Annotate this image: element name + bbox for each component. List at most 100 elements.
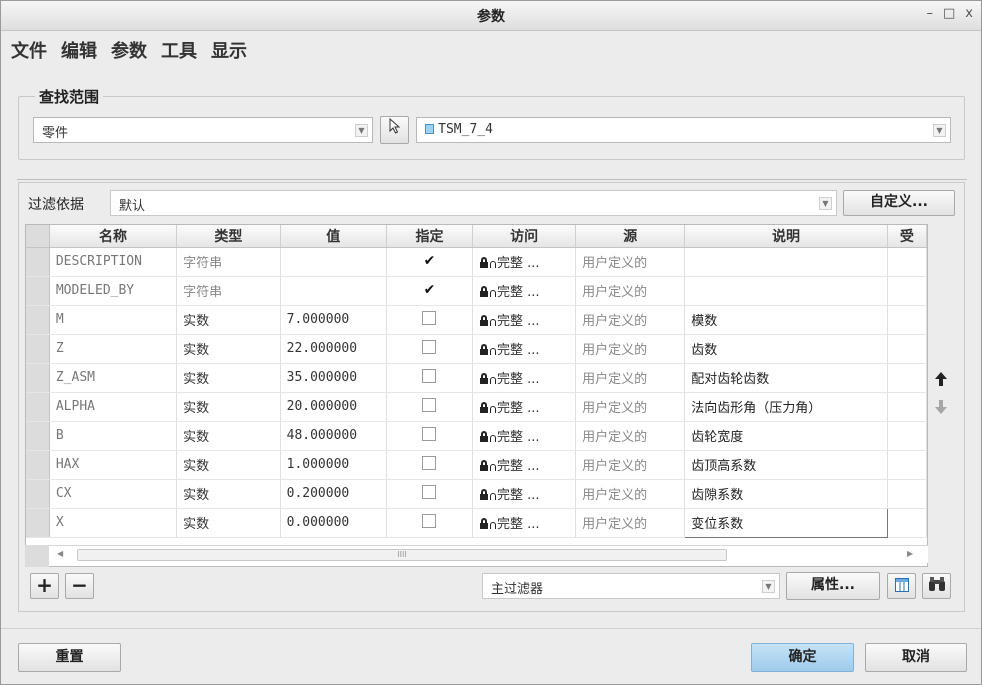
- restricted-cell[interactable]: [887, 305, 927, 335]
- restricted-cell[interactable]: [887, 421, 927, 451]
- designated-checkbox[interactable]: [422, 513, 437, 528]
- scroll-right-icon[interactable]: ▶: [907, 549, 913, 558]
- param-name[interactable]: Z: [49, 334, 178, 364]
- table-row[interactable]: CX 实数 0.200000 完整 ... 用户定义的 齿隙系数: [26, 479, 927, 509]
- column-header-description[interactable]: 说明: [684, 225, 888, 248]
- menu-file[interactable]: 文件: [11, 37, 47, 63]
- designated-checkbox[interactable]: [422, 484, 437, 499]
- designated-cell[interactable]: [386, 363, 474, 393]
- table-row[interactable]: Z_ASM 实数 35.000000 完整 ... 用户定义的 配对齿轮齿数: [26, 363, 927, 393]
- designated-cell[interactable]: [386, 479, 474, 509]
- row-gutter[interactable]: [26, 334, 50, 364]
- param-value[interactable]: 0.000000: [280, 508, 387, 538]
- param-type[interactable]: 实数: [176, 450, 281, 480]
- model-select[interactable]: TSM_7_4 ▼: [416, 117, 951, 143]
- menu-tools[interactable]: 工具: [161, 37, 197, 63]
- column-header-name[interactable]: 名称: [49, 225, 178, 248]
- row-gutter[interactable]: [26, 276, 50, 306]
- column-header-designated[interactable]: 指定: [386, 225, 474, 248]
- customize-button[interactable]: 自定义...: [843, 190, 955, 216]
- access-cell[interactable]: 完整 ...: [472, 276, 577, 306]
- filter-select[interactable]: 默认 ▼: [110, 190, 837, 216]
- param-name[interactable]: M: [49, 305, 178, 335]
- row-gutter[interactable]: [26, 247, 50, 277]
- designated-checkbox[interactable]: ✔: [422, 283, 437, 298]
- table-columns-button[interactable]: [887, 573, 916, 599]
- row-gutter[interactable]: [26, 392, 50, 422]
- column-header-value[interactable]: 值: [280, 225, 387, 248]
- designated-cell[interactable]: [386, 392, 474, 422]
- param-type[interactable]: 实数: [176, 421, 281, 451]
- table-row[interactable]: X 实数 0.000000 完整 ... 用户定义的 变位系数: [26, 507, 927, 538]
- param-description[interactable]: 模数: [684, 305, 888, 335]
- horizontal-scrollbar[interactable]: ◀ IIII ▶: [25, 545, 928, 563]
- menu-display[interactable]: 显示: [211, 37, 247, 63]
- row-gutter[interactable]: [26, 421, 50, 451]
- table-row[interactable]: M 实数 7.000000 完整 ... 用户定义的 模数: [26, 305, 927, 335]
- menu-edit[interactable]: 编辑: [61, 37, 97, 63]
- restricted-cell[interactable]: [887, 363, 927, 393]
- properties-button[interactable]: 属性...: [786, 572, 880, 600]
- designated-checkbox[interactable]: [422, 455, 437, 470]
- param-value[interactable]: 20.000000: [280, 392, 387, 422]
- designated-cell[interactable]: [386, 508, 474, 538]
- main-filter-select[interactable]: 主过滤器 ▼: [482, 573, 780, 599]
- add-parameter-button[interactable]: +: [30, 573, 59, 599]
- param-description[interactable]: [684, 247, 888, 277]
- param-value[interactable]: 0.200000: [280, 479, 387, 509]
- designated-cell[interactable]: [386, 305, 474, 335]
- row-gutter[interactable]: [26, 479, 50, 509]
- access-cell[interactable]: 完整 ...: [472, 508, 577, 538]
- designated-cell[interactable]: [386, 421, 474, 451]
- row-gutter[interactable]: [26, 305, 50, 335]
- scrollbar-thumb[interactable]: IIII: [77, 549, 727, 561]
- designated-checkbox[interactable]: [422, 426, 437, 441]
- param-description[interactable]: 变位系数: [684, 507, 888, 538]
- restricted-cell[interactable]: [887, 276, 927, 306]
- param-name[interactable]: MODELED_BY: [49, 276, 178, 306]
- minimize-button[interactable]: –: [927, 6, 934, 21]
- row-gutter[interactable]: [26, 508, 50, 538]
- table-row[interactable]: ALPHA 实数 20.000000 完整 ... 用户定义的 法向齿形角（压力角）: [26, 392, 927, 422]
- restricted-cell[interactable]: [887, 334, 927, 364]
- column-header-type[interactable]: 类型: [176, 225, 281, 248]
- param-description[interactable]: [684, 276, 888, 306]
- param-description[interactable]: 配对齿轮齿数: [684, 363, 888, 393]
- restricted-cell[interactable]: [887, 479, 927, 509]
- column-header-source[interactable]: 源: [575, 225, 686, 248]
- access-cell[interactable]: 完整 ...: [472, 305, 577, 335]
- access-cell[interactable]: 完整 ...: [472, 247, 577, 277]
- row-gutter[interactable]: [26, 363, 50, 393]
- param-name[interactable]: DESCRIPTION: [49, 247, 178, 277]
- row-gutter[interactable]: [26, 450, 50, 480]
- restricted-cell[interactable]: [887, 247, 927, 277]
- param-name[interactable]: X: [49, 508, 178, 538]
- move-down-icon[interactable]: [935, 399, 947, 418]
- param-type[interactable]: 实数: [176, 334, 281, 364]
- reset-button[interactable]: 重置: [18, 643, 121, 672]
- column-header-access[interactable]: 访问: [472, 225, 577, 248]
- maximize-button[interactable]: □: [943, 6, 955, 21]
- table-row[interactable]: B 实数 48.000000 完整 ... 用户定义的 齿轮宽度: [26, 421, 927, 451]
- table-row[interactable]: Z 实数 22.000000 完整 ... 用户定义的 齿数: [26, 334, 927, 364]
- ok-button[interactable]: 确定: [751, 643, 854, 672]
- designated-cell[interactable]: ✔: [386, 247, 474, 277]
- param-type[interactable]: 实数: [176, 392, 281, 422]
- param-name[interactable]: CX: [49, 479, 178, 509]
- select-model-button[interactable]: [380, 116, 409, 144]
- param-type[interactable]: 实数: [176, 305, 281, 335]
- close-button[interactable]: x: [965, 6, 973, 21]
- menu-parameters[interactable]: 参数: [111, 37, 147, 63]
- param-type[interactable]: 实数: [176, 363, 281, 393]
- designated-checkbox[interactable]: [422, 310, 437, 325]
- designated-cell[interactable]: [386, 450, 474, 480]
- move-up-icon[interactable]: [935, 371, 947, 390]
- param-value[interactable]: 7.000000: [280, 305, 387, 335]
- table-row[interactable]: DESCRIPTION 字符串 ✔ 完整 ... 用户定义的: [26, 247, 927, 277]
- designated-checkbox[interactable]: ✔: [422, 254, 437, 269]
- restricted-cell[interactable]: [887, 392, 927, 422]
- param-name[interactable]: ALPHA: [49, 392, 178, 422]
- table-row[interactable]: MODELED_BY 字符串 ✔ 完整 ... 用户定义的: [26, 276, 927, 306]
- access-cell[interactable]: 完整 ...: [472, 450, 577, 480]
- param-description[interactable]: 法向齿形角（压力角）: [684, 392, 888, 422]
